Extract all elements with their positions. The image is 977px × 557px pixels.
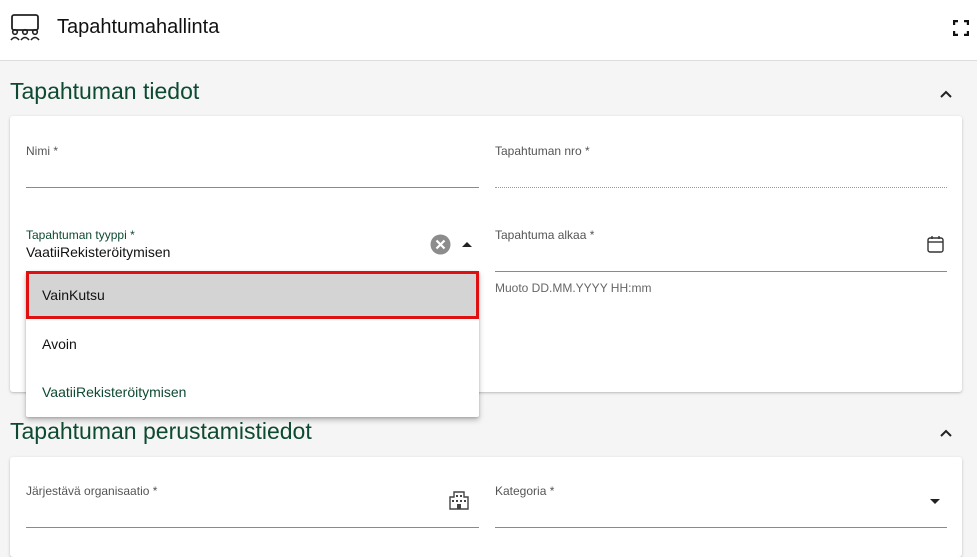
option-avoin[interactable]: Avoin xyxy=(26,320,479,368)
caret-up-icon[interactable] xyxy=(460,239,474,249)
chevron-up-icon[interactable] xyxy=(938,86,954,102)
option-vaatiirekisteroitymisen[interactable]: VaatiiRekisteröitymisen xyxy=(26,368,479,416)
founding-info-card xyxy=(10,457,962,557)
event-number-label: Tapahtuman nro * xyxy=(495,144,590,158)
calendar-icon[interactable] xyxy=(927,235,944,253)
app-title: Tapahtumahallinta xyxy=(57,16,220,38)
clear-icon[interactable] xyxy=(430,234,451,255)
category-label: Kategoria * xyxy=(495,484,555,498)
fullscreen-icon[interactable] xyxy=(953,20,969,36)
start-time-label: Tapahtuma alkaa * xyxy=(495,228,595,242)
start-time-field[interactable] xyxy=(495,271,947,272)
option-vainkutsu[interactable]: VainKutsu xyxy=(26,271,479,319)
event-type-label: Tapahtuman tyyppi * xyxy=(26,228,135,242)
start-time-hint: Muoto DD.MM.YYYY HH:mm xyxy=(495,281,652,295)
caret-down-icon[interactable] xyxy=(928,496,942,506)
event-type-dropdown: VainKutsu Avoin VaatiiRekisteröitymisen xyxy=(26,271,479,417)
section-title-event-info: Tapahtuman tiedot xyxy=(10,78,200,104)
organization-field[interactable] xyxy=(26,527,479,528)
event-number-field[interactable] xyxy=(495,187,947,188)
chevron-up-icon[interactable] xyxy=(938,425,954,441)
name-field[interactable] xyxy=(26,187,479,188)
building-icon[interactable] xyxy=(448,490,470,510)
event-type-value[interactable]: VaatiiRekisteröitymisen xyxy=(26,244,170,260)
name-field-label: Nimi * xyxy=(26,144,58,158)
people-group-icon xyxy=(10,14,40,41)
organization-label: Järjestävä organisaatio * xyxy=(26,484,158,498)
app-header: Tapahtumahallinta xyxy=(0,0,977,61)
category-select[interactable] xyxy=(495,527,947,528)
section-title-founding-info: Tapahtuman perustamistiedot xyxy=(10,418,312,444)
